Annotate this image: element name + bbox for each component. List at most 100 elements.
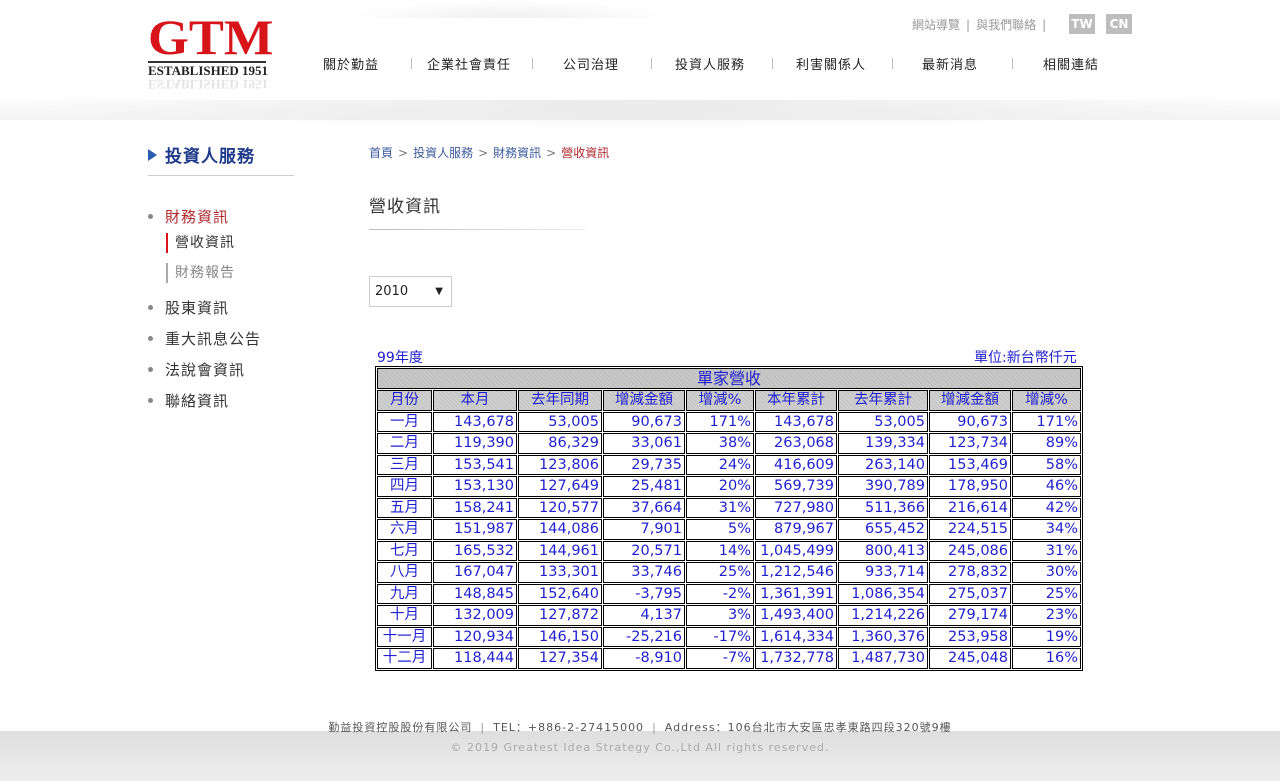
- value-cell: 1,214,226: [838, 605, 928, 626]
- value-cell: 7,901: [603, 519, 685, 540]
- sidebar-item-announcements[interactable]: 重大訊息公告: [148, 328, 261, 349]
- value-cell: 143,678: [755, 411, 837, 432]
- value-cell: 278,832: [929, 562, 1011, 583]
- sitemap-link[interactable]: 網站導覽: [912, 18, 960, 32]
- contact-link[interactable]: 與我們聯絡: [976, 18, 1036, 32]
- month-cell: 八月: [377, 562, 432, 583]
- nav-separator: [1012, 58, 1013, 69]
- value-cell: 511,366: [838, 497, 928, 518]
- value-cell: 216,614: [929, 497, 1011, 518]
- value-cell: 16%: [1012, 648, 1081, 669]
- value-cell: 245,048: [929, 648, 1011, 669]
- sidebar-item-contact[interactable]: 聯絡資訊: [148, 390, 229, 411]
- value-cell: 123,734: [929, 433, 1011, 454]
- table-caption: 單家營收: [377, 368, 1081, 389]
- nav-news[interactable]: 最新消息: [922, 54, 978, 73]
- value-cell: 153,469: [929, 454, 1011, 475]
- value-cell: 655,452: [838, 519, 928, 540]
- nav-about[interactable]: 關於勤益: [323, 54, 379, 73]
- value-cell: 879,967: [755, 519, 837, 540]
- table-row: 八月 167,047 133,301 33,746 25% 1,212,546 933,71…: [377, 562, 1081, 583]
- month-cell: 四月: [377, 476, 432, 497]
- value-cell: 20,571: [603, 540, 685, 561]
- top-links: 網站導覽 | 與我們聯絡 |: [912, 16, 1052, 33]
- value-cell: 34%: [1012, 519, 1081, 540]
- footer-tel: TEL：+886-2-27415000: [493, 721, 645, 734]
- value-cell: -25,216: [603, 626, 685, 647]
- value-cell: 120,934: [433, 626, 517, 647]
- value-cell: -3,795: [603, 583, 685, 604]
- value-cell: 46%: [1012, 476, 1081, 497]
- value-cell: -7%: [686, 648, 754, 669]
- nav-separator: [772, 58, 773, 69]
- sidebar-item-conference[interactable]: 法說會資訊: [148, 359, 245, 380]
- sidebar-item-label: 財務資訊: [165, 208, 230, 226]
- table-row: 十二月 118,444 127,354 -8,910 -7% 1,732,778 1,487…: [377, 648, 1081, 669]
- breadcrumb-home[interactable]: 首頁: [369, 146, 393, 160]
- value-cell: 569,739: [755, 476, 837, 497]
- table-row: 九月 148,845 152,640 -3,795 -2% 1,361,391 1,086,…: [377, 583, 1081, 604]
- value-cell: 1,086,354: [838, 583, 928, 604]
- value-cell: 800,413: [838, 540, 928, 561]
- value-cell: 151,987: [433, 519, 517, 540]
- table-row: 十月 132,009 127,872 4,137 3% 1,493,400 1,214,22…: [377, 605, 1081, 626]
- sidebar-item-financial[interactable]: 財務資訊: [148, 206, 229, 227]
- column-header: 本月: [433, 390, 517, 411]
- month-cell: 一月: [377, 411, 432, 432]
- value-cell: 146,150: [518, 626, 602, 647]
- column-header: 增減%: [1012, 390, 1081, 411]
- value-cell: 171%: [686, 411, 754, 432]
- footer-info: 勤益投資控股股份有限公司 | TEL：+886-2-27415000 | Address…: [0, 719, 1280, 735]
- value-cell: 253,958: [929, 626, 1011, 647]
- value-cell: 245,086: [929, 540, 1011, 561]
- value-cell: 29,735: [603, 454, 685, 475]
- sidebar-item-label: 股東資訊: [165, 299, 230, 317]
- table-row: 四月 153,130 127,649 25,481 20% 569,739 390,789 1…: [377, 476, 1081, 497]
- value-cell: 33,061: [603, 433, 685, 454]
- title-divider: [369, 229, 585, 230]
- breadcrumb-financial[interactable]: 財務資訊: [493, 146, 541, 160]
- sidebar-subitem-revenue[interactable]: 營收資訊: [166, 233, 235, 253]
- sidebar-divider: [148, 175, 294, 176]
- breadcrumb-arrow: >: [546, 146, 557, 160]
- nav-stakeholders[interactable]: 利害關係人: [796, 54, 866, 73]
- value-cell: 19%: [1012, 626, 1081, 647]
- header-shadow: [0, 100, 1280, 130]
- breadcrumb-investor[interactable]: 投資人服務: [413, 146, 473, 160]
- sidebar-item-shareholder[interactable]: 股東資訊: [148, 297, 229, 318]
- value-cell: 123,806: [518, 454, 602, 475]
- lang-cn-button[interactable]: CN: [1106, 14, 1132, 34]
- nav-csr[interactable]: 企業社會責任: [427, 54, 511, 73]
- value-cell: 118,444: [433, 648, 517, 669]
- nav-links[interactable]: 相關連結: [1043, 54, 1099, 73]
- nav-investor[interactable]: 投資人服務: [675, 54, 745, 73]
- value-cell: 58%: [1012, 454, 1081, 475]
- table-row: 三月 153,541 123,806 29,735 24% 416,609 263,140 1…: [377, 454, 1081, 475]
- month-cell: 五月: [377, 497, 432, 518]
- sidebar-item-label: 聯絡資訊: [165, 392, 230, 410]
- value-cell: 37,664: [603, 497, 685, 518]
- value-cell: 727,980: [755, 497, 837, 518]
- month-cell: 六月: [377, 519, 432, 540]
- value-cell: 127,872: [518, 605, 602, 626]
- fiscal-year-label: 99年度: [377, 350, 423, 366]
- column-header: 增減金額: [929, 390, 1011, 411]
- value-cell: 167,047: [433, 562, 517, 583]
- gtm-logo[interactable]: GTM ESTABLISHED 1951 ESTABLISHED 1951: [148, 12, 273, 96]
- value-cell: 5%: [686, 519, 754, 540]
- value-cell: 127,649: [518, 476, 602, 497]
- nav-governance[interactable]: 公司治理: [563, 54, 619, 73]
- lang-tw-button[interactable]: TW: [1069, 14, 1095, 34]
- year-select[interactable]: 2010 ▼: [369, 276, 452, 307]
- month-cell: 十月: [377, 605, 432, 626]
- value-cell: 1,360,376: [838, 626, 928, 647]
- value-cell: 1,732,778: [755, 648, 837, 669]
- value-cell: 153,130: [433, 476, 517, 497]
- column-header: 增減金額: [603, 390, 685, 411]
- value-cell: 152,640: [518, 583, 602, 604]
- bullet-icon: [148, 214, 153, 219]
- sidebar-subitem-reports[interactable]: 財務報告: [166, 263, 235, 283]
- footer-separator: |: [652, 721, 657, 734]
- value-cell: 31%: [1012, 540, 1081, 561]
- value-cell: 20%: [686, 476, 754, 497]
